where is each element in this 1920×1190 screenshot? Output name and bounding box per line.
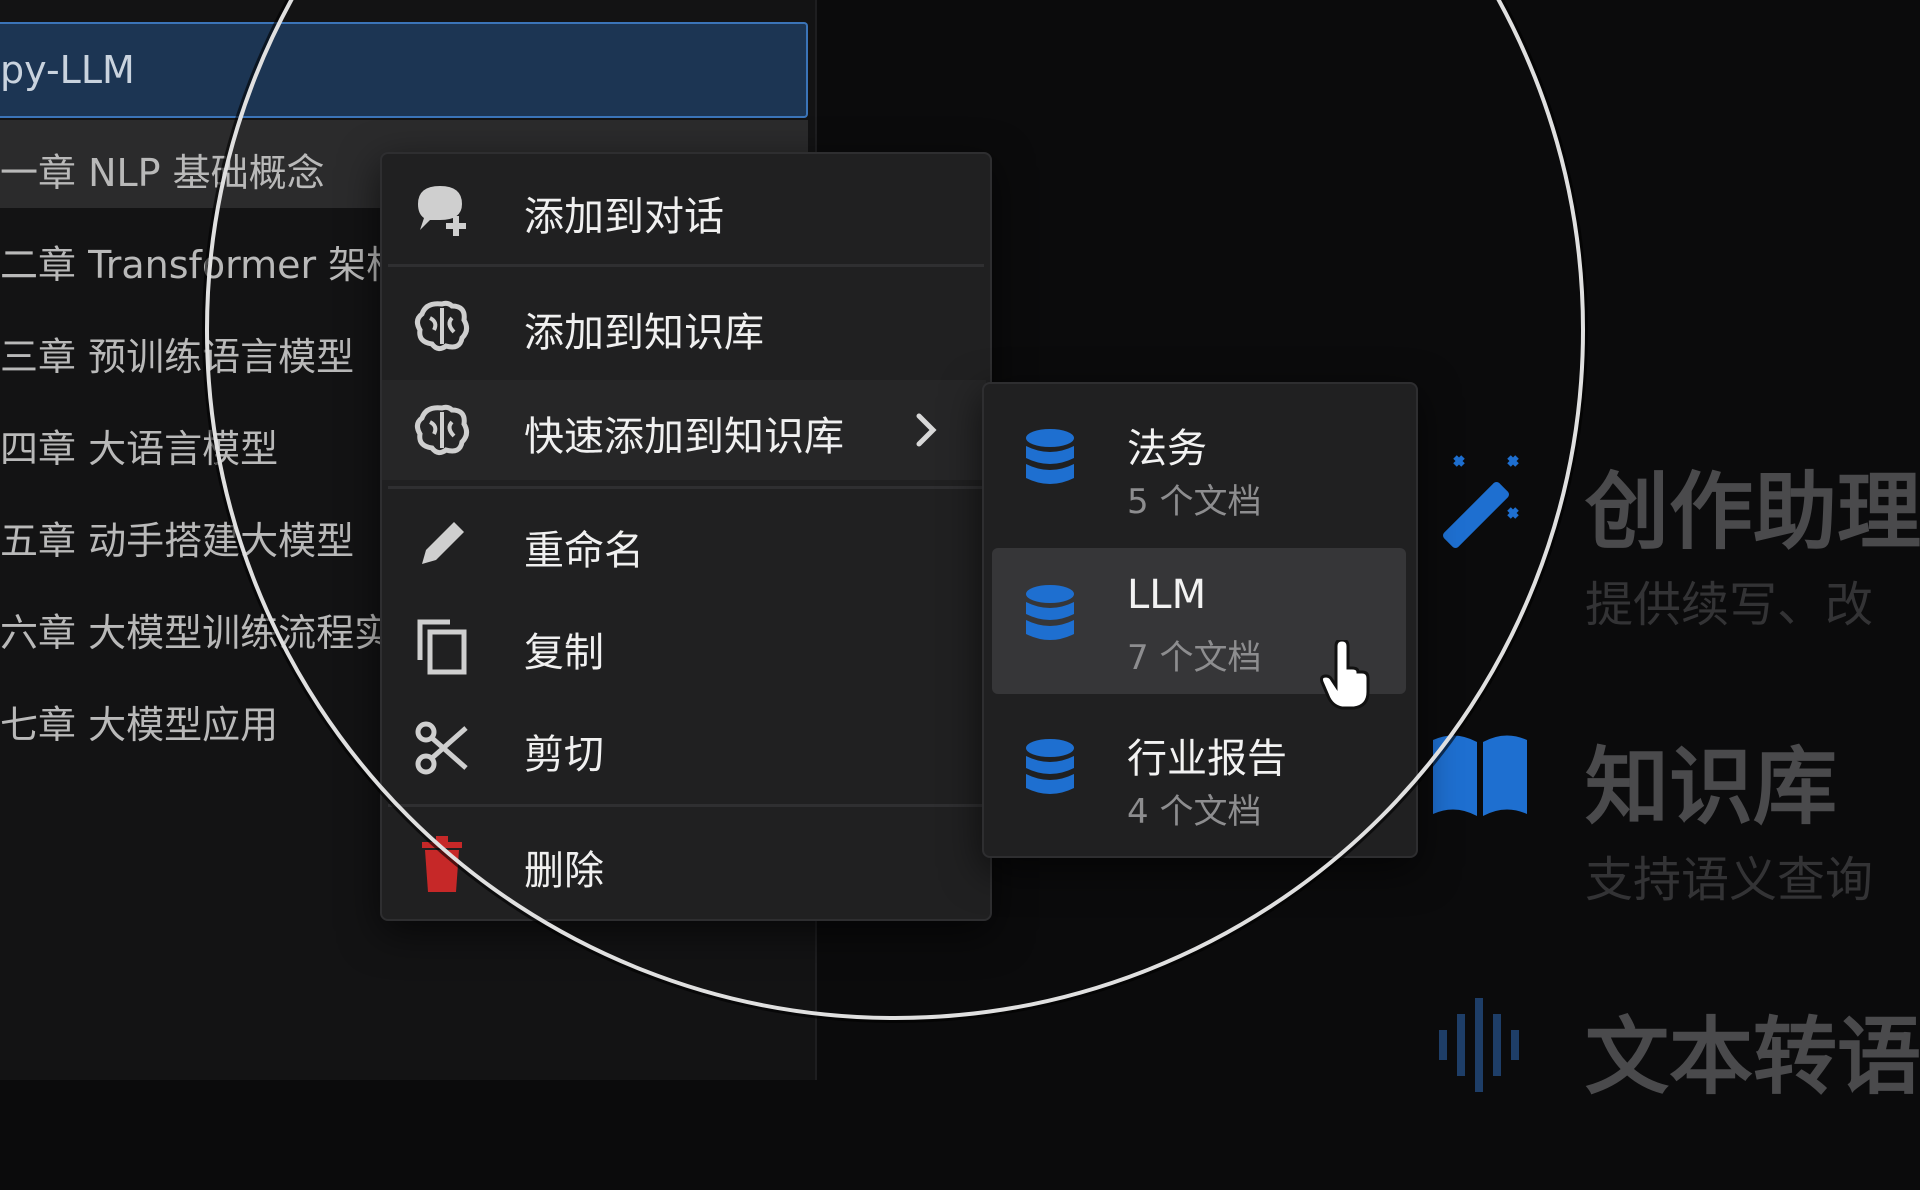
tree-item-label: 四章 大语言模型	[0, 427, 279, 471]
pencil-icon	[422, 522, 464, 564]
knowledge-base-name: LLM	[1127, 572, 1207, 618]
tree-item-label: 三章 预训练语言模型	[0, 335, 355, 379]
knowledge-base-item[interactable]: 行业报告 4 个文档	[992, 702, 1406, 848]
tree-item-label: 二章 Transformer 架构	[0, 243, 405, 287]
menu-item-delete[interactable]: 删除	[382, 814, 986, 914]
magic-wand-icon	[1443, 455, 1519, 548]
knowledge-base-name: 法务	[1127, 426, 1207, 472]
menu-item-add-to-knowledge-base[interactable]: 添加到知识库	[382, 276, 986, 376]
menu-item-label: 添加到对话	[524, 194, 724, 240]
knowledge-base-doc-count: 5 个文档	[1127, 482, 1262, 522]
menu-item-cut[interactable]: 剪切	[382, 698, 986, 798]
tree-item-label: 一章 NLP 基础概念	[0, 151, 325, 195]
knowledge-base-doc-count: 7 个文档	[1127, 638, 1262, 678]
menu-item-add-to-chat[interactable]: 添加到对话	[382, 160, 986, 260]
menu-item-label: 剪切	[524, 732, 604, 778]
menu-item-label: 重命名	[524, 528, 644, 574]
audio-wave-icon	[1439, 998, 1519, 1092]
tree-item-label: 六章 大模型训练流程实	[0, 611, 393, 655]
menu-item-label: 快速添加到知识库	[524, 414, 844, 460]
trash-icon	[422, 836, 462, 892]
menu-item-rename[interactable]: 重命名	[382, 494, 986, 594]
feature-text-to-speech[interactable]: 文本转语	[1425, 990, 1920, 1190]
tree-root-label: py-LLM	[0, 48, 135, 92]
menu-item-copy[interactable]: 复制	[382, 596, 986, 696]
copy-icon	[417, 619, 467, 675]
menu-item-label: 添加到知识库	[524, 310, 764, 356]
menu-separator	[388, 804, 984, 807]
feature-title: 文本转语	[1585, 1008, 1920, 1106]
menu-item-label: 复制	[524, 630, 604, 676]
brain-icon	[414, 300, 470, 352]
book-icon	[1433, 735, 1527, 816]
tree-root-folder[interactable]: py-LLM	[0, 22, 808, 118]
knowledge-base-submenu: 法务 5 个文档 LLM 7 个文档 行业报告 4 个文档	[982, 382, 1418, 858]
scissors-icon	[415, 721, 468, 775]
menu-item-quick-add-to-knowledge-base[interactable]: 快速添加到知识库	[382, 380, 986, 480]
feature-desc: 提供续写、改	[1585, 577, 1874, 633]
tree-item-label: 七章 大模型应用	[0, 703, 279, 747]
context-menu: 添加到对话 添加到知识库 快速添加到知识库 重命名 复制 剪切 删除	[380, 152, 992, 921]
menu-separator	[388, 264, 984, 267]
menu-item-label: 删除	[524, 848, 604, 894]
tree-item-label: 五章 动手搭建大模型	[0, 519, 355, 563]
feature-desc: 支持语义查询	[1585, 852, 1874, 908]
knowledge-base-name: 行业报告	[1127, 736, 1287, 782]
knowledge-base-doc-count: 4 个文档	[1127, 792, 1262, 832]
chat-add-icon	[418, 186, 466, 236]
chevron-right-icon	[916, 413, 937, 447]
feature-knowledge-base[interactable]: 知识库 支持语义查询	[1425, 720, 1920, 920]
brain-icon	[414, 404, 470, 456]
database-icon	[1026, 739, 1074, 794]
menu-separator	[388, 486, 984, 489]
hand-pointer-icon	[1320, 640, 1370, 710]
feature-title: 创作助理	[1585, 463, 1920, 561]
database-icon	[1026, 585, 1074, 640]
feature-title: 知识库	[1585, 738, 1838, 836]
database-icon	[1026, 429, 1074, 484]
feature-writing-assistant[interactable]: 创作助理 提供续写、改	[1425, 445, 1920, 645]
knowledge-base-item[interactable]: 法务 5 个文档	[992, 392, 1406, 538]
